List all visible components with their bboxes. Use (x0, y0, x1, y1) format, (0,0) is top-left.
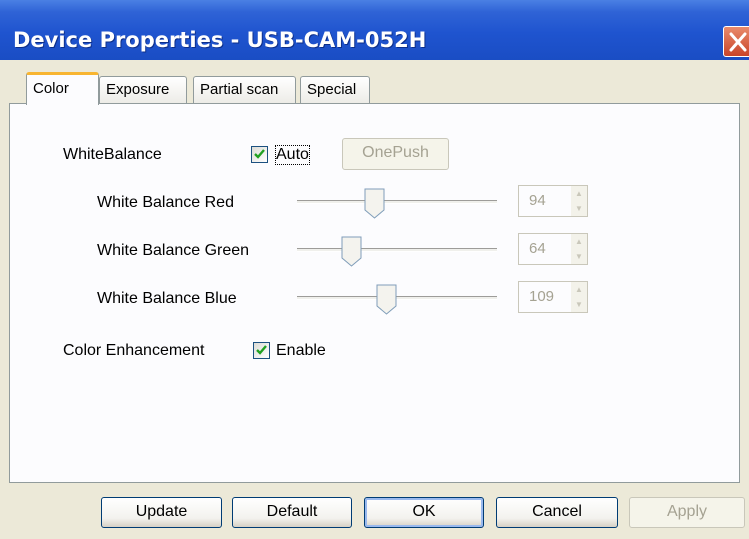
wb-blue-spinner[interactable]: ▲ ▼ (571, 282, 587, 312)
auto-label[interactable]: Auto (275, 145, 310, 165)
white-balance-label: WhiteBalance (63, 146, 162, 163)
spin-down-icon[interactable]: ▼ (571, 297, 587, 312)
tab-partial-scan[interactable]: Partial scan (193, 76, 296, 104)
wb-green-slider-thumb[interactable] (341, 236, 362, 267)
wb-blue-slider-thumb[interactable] (376, 284, 397, 315)
wb-red-value: 94 (529, 192, 546, 209)
wb-blue-value-box[interactable]: 109 ▲ ▼ (518, 281, 588, 313)
onepush-button[interactable]: OnePush (342, 138, 449, 170)
tab-special-label: Special (307, 81, 357, 98)
spin-down-icon[interactable]: ▼ (571, 201, 587, 216)
cancel-button[interactable]: Cancel (496, 497, 618, 528)
update-button[interactable]: Update (101, 497, 222, 528)
wb-red-slider-thumb[interactable] (364, 188, 385, 219)
close-icon (729, 32, 747, 52)
wb-red-track[interactable] (297, 200, 497, 204)
window-title: Device Properties - USB-CAM-052H (13, 28, 427, 52)
tab-partial-scan-label: Partial scan (200, 81, 279, 98)
apply-button[interactable]: Apply (629, 497, 745, 528)
spin-up-icon[interactable]: ▲ (571, 234, 587, 249)
tab-color[interactable]: Color (26, 72, 99, 105)
spin-up-icon[interactable]: ▲ (571, 186, 587, 201)
enable-checkbox[interactable] (253, 342, 270, 359)
tab-exposure[interactable]: Exposure (99, 76, 187, 104)
auto-checkbox[interactable] (251, 146, 268, 163)
wb-blue-label: White Balance Blue (97, 290, 237, 307)
wb-blue-value: 109 (529, 288, 555, 305)
wb-blue-track[interactable] (297, 296, 497, 300)
checkmark-icon (256, 345, 267, 355)
tab-special[interactable]: Special (300, 76, 370, 104)
default-button[interactable]: Default (232, 497, 352, 528)
wb-red-value-box[interactable]: 94 ▲ ▼ (518, 185, 588, 217)
tab-color-label: Color (33, 80, 69, 97)
ok-button[interactable]: OK (364, 497, 484, 528)
spin-down-icon[interactable]: ▼ (571, 249, 587, 264)
wb-green-value: 64 (529, 240, 546, 257)
wb-red-label: White Balance Red (97, 194, 234, 211)
color-enhancement-label: Color Enhancement (63, 342, 205, 359)
title-bar[interactable]: Device Properties - USB-CAM-052H (0, 0, 749, 60)
enable-label: Enable (276, 342, 326, 359)
close-button[interactable] (723, 26, 749, 57)
wb-red-spinner[interactable]: ▲ ▼ (571, 186, 587, 216)
wb-green-spinner[interactable]: ▲ ▼ (571, 234, 587, 264)
wb-green-label: White Balance Green (97, 242, 250, 259)
wb-green-track[interactable] (297, 248, 497, 252)
spin-up-icon[interactable]: ▲ (571, 282, 587, 297)
checkmark-icon (254, 149, 265, 159)
wb-green-value-box[interactable]: 64 ▲ ▼ (518, 233, 588, 265)
tab-exposure-label: Exposure (106, 81, 170, 98)
